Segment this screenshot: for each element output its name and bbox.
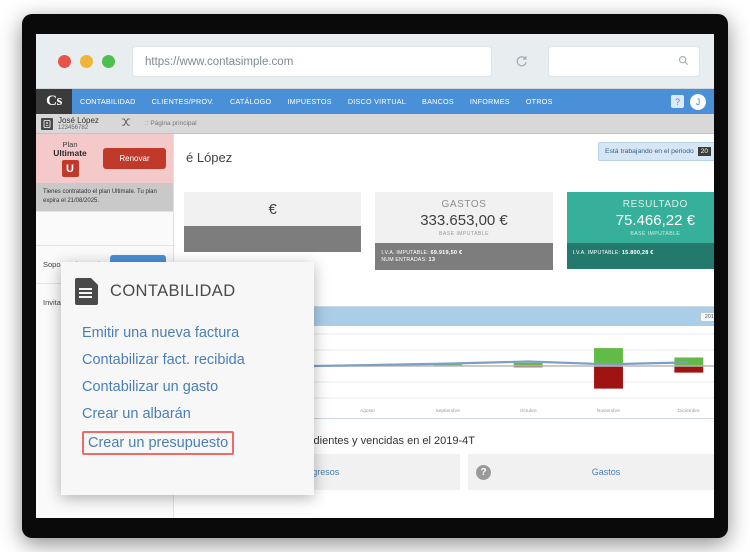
kpi-detail-line: NUM ENTRADAS: 13 (381, 257, 436, 263)
kpi-card-top: GASTOS 333.653,00 € BASE IMPUTABLE (375, 192, 553, 243)
kpi-label: RESULTADO (622, 199, 688, 210)
svg-text:Octubre: Octubre (520, 408, 537, 414)
renew-button[interactable]: Renovar (103, 148, 166, 170)
avatar[interactable]: J (690, 93, 706, 110)
chart-year-selector[interactable]: 2019 2 (699, 311, 714, 322)
help-icon[interactable]: ? (671, 95, 684, 108)
kpi-card-gastos: GASTOS 333.653,00 € BASE IMPUTABLE I.V.A… (375, 192, 553, 270)
plan-label-group: Plan Ultimate U (43, 140, 97, 178)
kpi-card-resultado: RESULTADO 75.466,22 € BASE IMPUTABLE I.V… (566, 192, 714, 270)
period-banner-text: Está trabajando en el periodo (604, 148, 694, 155)
reload-icon[interactable] (504, 46, 538, 77)
sidebar-spacer (36, 211, 173, 245)
kpi-card-ingresos: € (184, 192, 362, 270)
kpi-sublabel: BASE IMPUTABLE (439, 231, 489, 237)
user-names: José López 123456782 (58, 115, 99, 131)
close-button-dot[interactable] (58, 55, 71, 68)
url-bar[interactable]: https://www.contasimple.com (132, 46, 492, 77)
nav-item-otros[interactable]: OTROS (518, 89, 561, 114)
kpi-detail-line: I.V.A. IMPUTABLE: 69.919,50 € (381, 249, 463, 256)
nav-item-bancos[interactable]: BANCOS (414, 89, 462, 114)
plan-info-text: Tienes contratado el plan Ultimate. Tu p… (36, 183, 173, 212)
kpi-label: GASTOS (441, 199, 487, 210)
svg-text:Noviembre: Noviembre (597, 408, 621, 414)
app-top-nav: Cs CONTABILIDAD CLIENTES/PROV. CATÁLOGO … (36, 89, 714, 114)
kpi-detail-line: I.V.A. IMPUTABLE: 15.800,28 € (572, 249, 654, 256)
period-year[interactable]: 20 (697, 147, 711, 156)
kpi-card-bottom (184, 226, 362, 252)
menu-item-crear-albaran[interactable]: Crear un albarán (82, 400, 191, 427)
svg-text:Septiembre: Septiembre (436, 408, 461, 414)
user-card-icon (41, 117, 53, 130)
nav-right-group: ? J (671, 89, 714, 114)
page-title: é López (186, 150, 233, 165)
dropdown-header: CONTABILIDAD (61, 278, 314, 305)
dropdown-title: CONTABILIDAD (110, 282, 236, 300)
kpi-value: € (268, 201, 277, 218)
kpi-sublabel: BASE IMPUTABLE (630, 231, 681, 237)
chart-year-2019[interactable]: 2019 (699, 311, 714, 322)
kpi-card-bottom: I.V.A. IMPUTABLE: 15.800,28 € (566, 243, 714, 269)
nav-item-catalogo[interactable]: CATÁLOGO (222, 89, 279, 114)
maximize-button-dot[interactable] (102, 55, 115, 68)
contabilidad-dropdown-menu[interactable]: CONTABILIDAD Emitir una nueva factura Co… (61, 262, 314, 495)
window-controls[interactable] (58, 55, 115, 68)
menu-item-contabilizar-gasto[interactable]: Contabilizar un gasto (82, 373, 218, 400)
svg-text:Diciembre: Diciembre (678, 408, 700, 414)
screen: https://www.contasimple.com Cs CONTABILI… (36, 34, 714, 518)
search-input[interactable] (548, 46, 700, 77)
breadcrumb: :: Página principal (144, 120, 197, 127)
url-text: https://www.contasimple.com (145, 55, 294, 68)
tab-gastos-label: Gastos (591, 467, 621, 477)
menu-item-emitir-factura[interactable]: Emitir una nueva factura (82, 319, 239, 346)
user-id: 123456782 (58, 124, 89, 131)
kpi-cards: € GASTOS 333.653,00 € BASE IMPUTABLE I.V… (184, 192, 714, 270)
period-banner: Está trabajando en el periodo 20 (597, 142, 714, 161)
kpi-card-top: € (184, 192, 362, 226)
browser-chrome: https://www.contasimple.com (36, 34, 714, 89)
user-strip: José López 123456782 :: Página principal (36, 114, 714, 134)
nav-item-informes[interactable]: INFORMES (462, 89, 518, 114)
nav-item-clientes-prov[interactable]: CLIENTES/PROV. (144, 89, 222, 114)
page-body: Plan Ultimate U Renovar Tienes contratad… (36, 134, 714, 518)
svg-text:Agosto: Agosto (360, 408, 375, 414)
plan-line2: Ultimate (53, 148, 87, 158)
shuffle-icon[interactable] (121, 117, 131, 130)
plan-box: Plan Ultimate U Renovar (36, 134, 173, 184)
menu-item-contabilizar-factura[interactable]: Contabilizar fact. recibida (82, 346, 245, 373)
kpi-value: 75.466,22 € (615, 212, 695, 229)
menu-item-crear-presupuesto[interactable]: Crear un presupuesto (82, 431, 235, 455)
device-frame: https://www.contasimple.com Cs CONTABILI… (22, 14, 728, 538)
tab-gastos[interactable]: ? Gastos (468, 454, 714, 490)
nav-item-disco-virtual[interactable]: DISCO VIRTUAL (340, 89, 414, 114)
dropdown-items: Emitir una nueva factura Contabilizar fa… (61, 319, 314, 455)
kpi-value: 333.653,00 € (420, 212, 508, 229)
nav-item-impuestos[interactable]: IMPUESTOS (279, 89, 339, 114)
document-icon (75, 278, 98, 305)
app-logo[interactable]: Cs (36, 89, 72, 114)
user-name: José López (58, 115, 99, 125)
search-icon (678, 54, 689, 69)
kpi-card-top: RESULTADO 75.466,22 € BASE IMPUTABLE (566, 192, 714, 243)
nav-item-contabilidad[interactable]: CONTABILIDAD (72, 89, 144, 114)
kpi-card-bottom: I.V.A. IMPUTABLE: 69.919,50 € NUM ENTRAD… (375, 243, 553, 270)
minimize-button-dot[interactable] (80, 55, 93, 68)
plan-badge: U (61, 160, 79, 178)
